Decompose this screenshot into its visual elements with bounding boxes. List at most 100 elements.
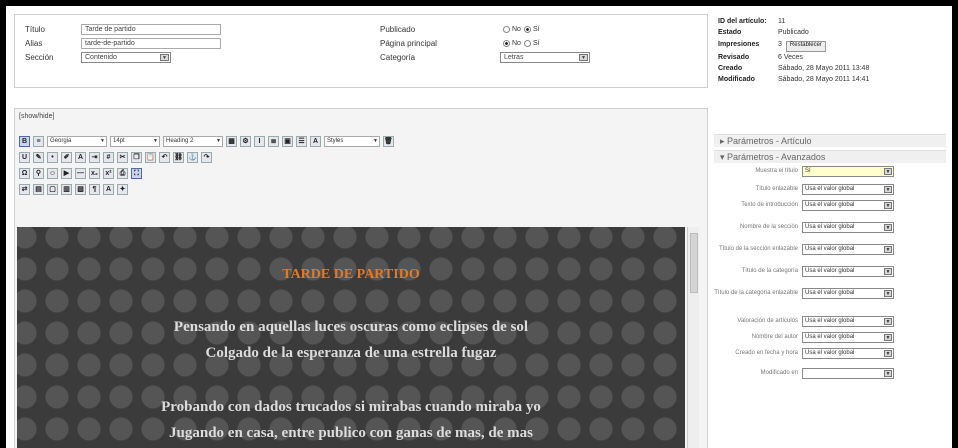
char-icon[interactable]: A — [103, 184, 114, 195]
font-family-select[interactable]: Georgia ▼ — [47, 136, 107, 147]
format-select[interactable]: Heading 2 ▼ — [163, 136, 223, 147]
chevron-down-icon: ▼ — [100, 138, 105, 144]
bold-button[interactable]: B — [19, 136, 30, 147]
frontpage-label: Página principal — [380, 38, 437, 48]
align-icon[interactable]: ≣ — [268, 136, 279, 147]
copy-icon[interactable]: ❐ — [131, 152, 142, 163]
param-label: Modificado en — [760, 370, 798, 376]
param-select-value: Usa el valor global — [805, 268, 855, 274]
article-details-form: Título Tarde de partido Alias tarde-de-p… — [14, 14, 708, 88]
editor-toolbar-row-2: U ✎ • ✐ A ⇥ # ✂ ❐ 📋 ↶ ⛓ ⚓ ↷ — [19, 151, 212, 164]
underline-button[interactable]: U — [19, 152, 30, 163]
chevron-down-icon: ▼ — [884, 168, 892, 175]
param-select-value: Usa el valor global — [805, 186, 855, 192]
list-icon[interactable]: ☰ — [296, 136, 307, 147]
param-select[interactable]: Usa el valor global ▼ — [802, 266, 894, 277]
param-select[interactable]: Usa el valor global ▼ — [802, 316, 894, 327]
table-icon[interactable]: ▦ — [226, 136, 237, 147]
font-size-value: 14pt — [113, 138, 125, 144]
format-button[interactable]: ≡ — [33, 136, 44, 147]
param-select[interactable]: ▼ — [802, 368, 894, 379]
cut-icon[interactable]: ✂ — [117, 152, 128, 163]
param-select[interactable]: Usa el valor global ▼ — [802, 200, 894, 211]
layer-icon[interactable]: ▤ — [33, 184, 44, 195]
advanced-params-header[interactable]: ▾ Parámetros - Avanzados — [714, 150, 946, 163]
font-color-icon[interactable]: A — [75, 152, 86, 163]
published-no-radio[interactable] — [503, 25, 510, 33]
published-yes-radio[interactable] — [523, 25, 531, 33]
paste-icon[interactable]: 📋 — [145, 152, 156, 163]
chevron-down-icon: ▼ — [884, 224, 892, 231]
hr-icon[interactable]: — — [75, 168, 86, 179]
font-family-value: Georgia — [50, 138, 72, 144]
superscript-icon[interactable]: x² — [103, 168, 114, 179]
modified-label: Modificado — [718, 76, 755, 83]
search-icon[interactable]: ⚲ — [33, 168, 44, 179]
frontpage-yes-radio[interactable] — [523, 39, 531, 47]
frontpage-no-radio[interactable] — [503, 39, 510, 47]
pen-icon[interactable]: ✐ — [61, 152, 72, 163]
undo-icon[interactable]: ↶ — [159, 152, 170, 163]
numbered-list-icon[interactable]: # — [103, 152, 114, 163]
scrollbar-thumb[interactable] — [690, 233, 698, 293]
article-params-header[interactable]: ▸ Parámetros - Artículo — [714, 134, 946, 147]
param-select-value: Usa el valor global — [805, 350, 855, 356]
editor-scrollbar[interactable] — [687, 227, 699, 448]
param-row: Creado en fecha y hora Usa el valor globa… — [714, 348, 946, 359]
main-column: Título Tarde de partido Alias tarde-de-p… — [14, 14, 708, 448]
italic-button[interactable]: I — [254, 136, 265, 147]
link-icon[interactable]: ⛓ — [173, 152, 184, 163]
title-input[interactable]: Tarde de partido — [81, 23, 221, 35]
param-select[interactable]: Sí ▼ — [802, 166, 894, 177]
omega-icon[interactable]: Ω — [19, 168, 30, 179]
sidebar-panel: ID del artículo: 11 Estado Publicado Impre… — [714, 14, 946, 448]
param-select[interactable]: Usa el valor global ▼ — [802, 244, 894, 255]
editor-toolbar-row-3: Ω ⚲ ☺ ▶ — x₂ x² ⎙ ⛶ — [19, 167, 142, 180]
category-select[interactable]: Letras ▼ — [500, 51, 590, 63]
param-select[interactable]: Usa el valor global ▼ — [802, 332, 894, 343]
bullet-list-icon[interactable]: • — [47, 152, 58, 163]
font-size-select[interactable]: 14pt ▼ — [110, 136, 160, 147]
frontpage-yes-label: Sí — [532, 39, 540, 47]
ltr-icon[interactable]: ⇄ — [19, 184, 30, 195]
box-icon[interactable]: ▢ — [47, 184, 58, 195]
param-row: Muestra el título Sí ▼ — [714, 166, 946, 177]
trash-icon[interactable]: 🗑 — [383, 136, 394, 147]
media-icon[interactable]: ▶ — [61, 168, 72, 179]
print-icon[interactable]: ⎙ — [117, 168, 128, 179]
param-row: Nombre del autor Usa el valor global ▼ — [714, 332, 946, 343]
reset-hits-button[interactable]: Restablecer — [785, 41, 826, 52]
param-select-value: Usa el valor global — [805, 202, 855, 208]
param-label: Texto de introducción — [741, 202, 798, 208]
attribute-icon[interactable]: ✦ — [117, 184, 128, 195]
chevron-down-icon: ▼ — [884, 318, 892, 325]
param-label: Creado en fecha y hora — [735, 350, 798, 356]
param-select[interactable]: Usa el valor global ▼ — [802, 222, 894, 233]
indent-icon[interactable]: ⇥ — [89, 152, 100, 163]
abbr-icon[interactable]: A — [310, 136, 321, 147]
image-icon[interactable]: ▣ — [282, 136, 293, 147]
subscript-icon[interactable]: x₂ — [89, 168, 100, 179]
editor-toggle-link[interactable]: [show/hide] — [19, 113, 54, 120]
gear-icon[interactable]: ⚙ — [240, 136, 251, 147]
published-yes-label: Sí — [532, 25, 540, 33]
param-label: Nombre del autor — [751, 334, 798, 340]
fullscreen-icon[interactable]: ⛶ — [131, 168, 142, 179]
param-select-value: Sí — [805, 168, 811, 174]
block-icon[interactable]: ▧ — [75, 184, 86, 195]
alias-input[interactable]: tarde-de-partido — [81, 37, 221, 49]
smiley-icon[interactable]: ☺ — [47, 168, 58, 179]
param-select[interactable]: Usa el valor global ▼ — [802, 348, 894, 359]
paragraph-icon[interactable]: ¶ — [89, 184, 100, 195]
template-icon[interactable]: ▥ — [61, 184, 72, 195]
section-select[interactable]: Contenido ▼ — [81, 51, 171, 63]
anchor-icon[interactable]: ⚓ — [187, 152, 198, 163]
param-select[interactable]: Usa el valor global ▼ — [802, 288, 894, 299]
chevron-down-icon: ▼ — [579, 53, 588, 61]
param-row: Modificado en ▼ — [714, 368, 946, 379]
param-select[interactable]: Usa el valor global ▼ — [802, 184, 894, 195]
redo-icon[interactable]: ↷ — [201, 152, 212, 163]
styles-select[interactable]: Styles ▼ — [324, 136, 380, 147]
highlight-icon[interactable]: ✎ — [33, 152, 44, 163]
editor-content-area[interactable]: TARDE DE PARTIDO Pensando en aquellas lu… — [17, 227, 685, 448]
